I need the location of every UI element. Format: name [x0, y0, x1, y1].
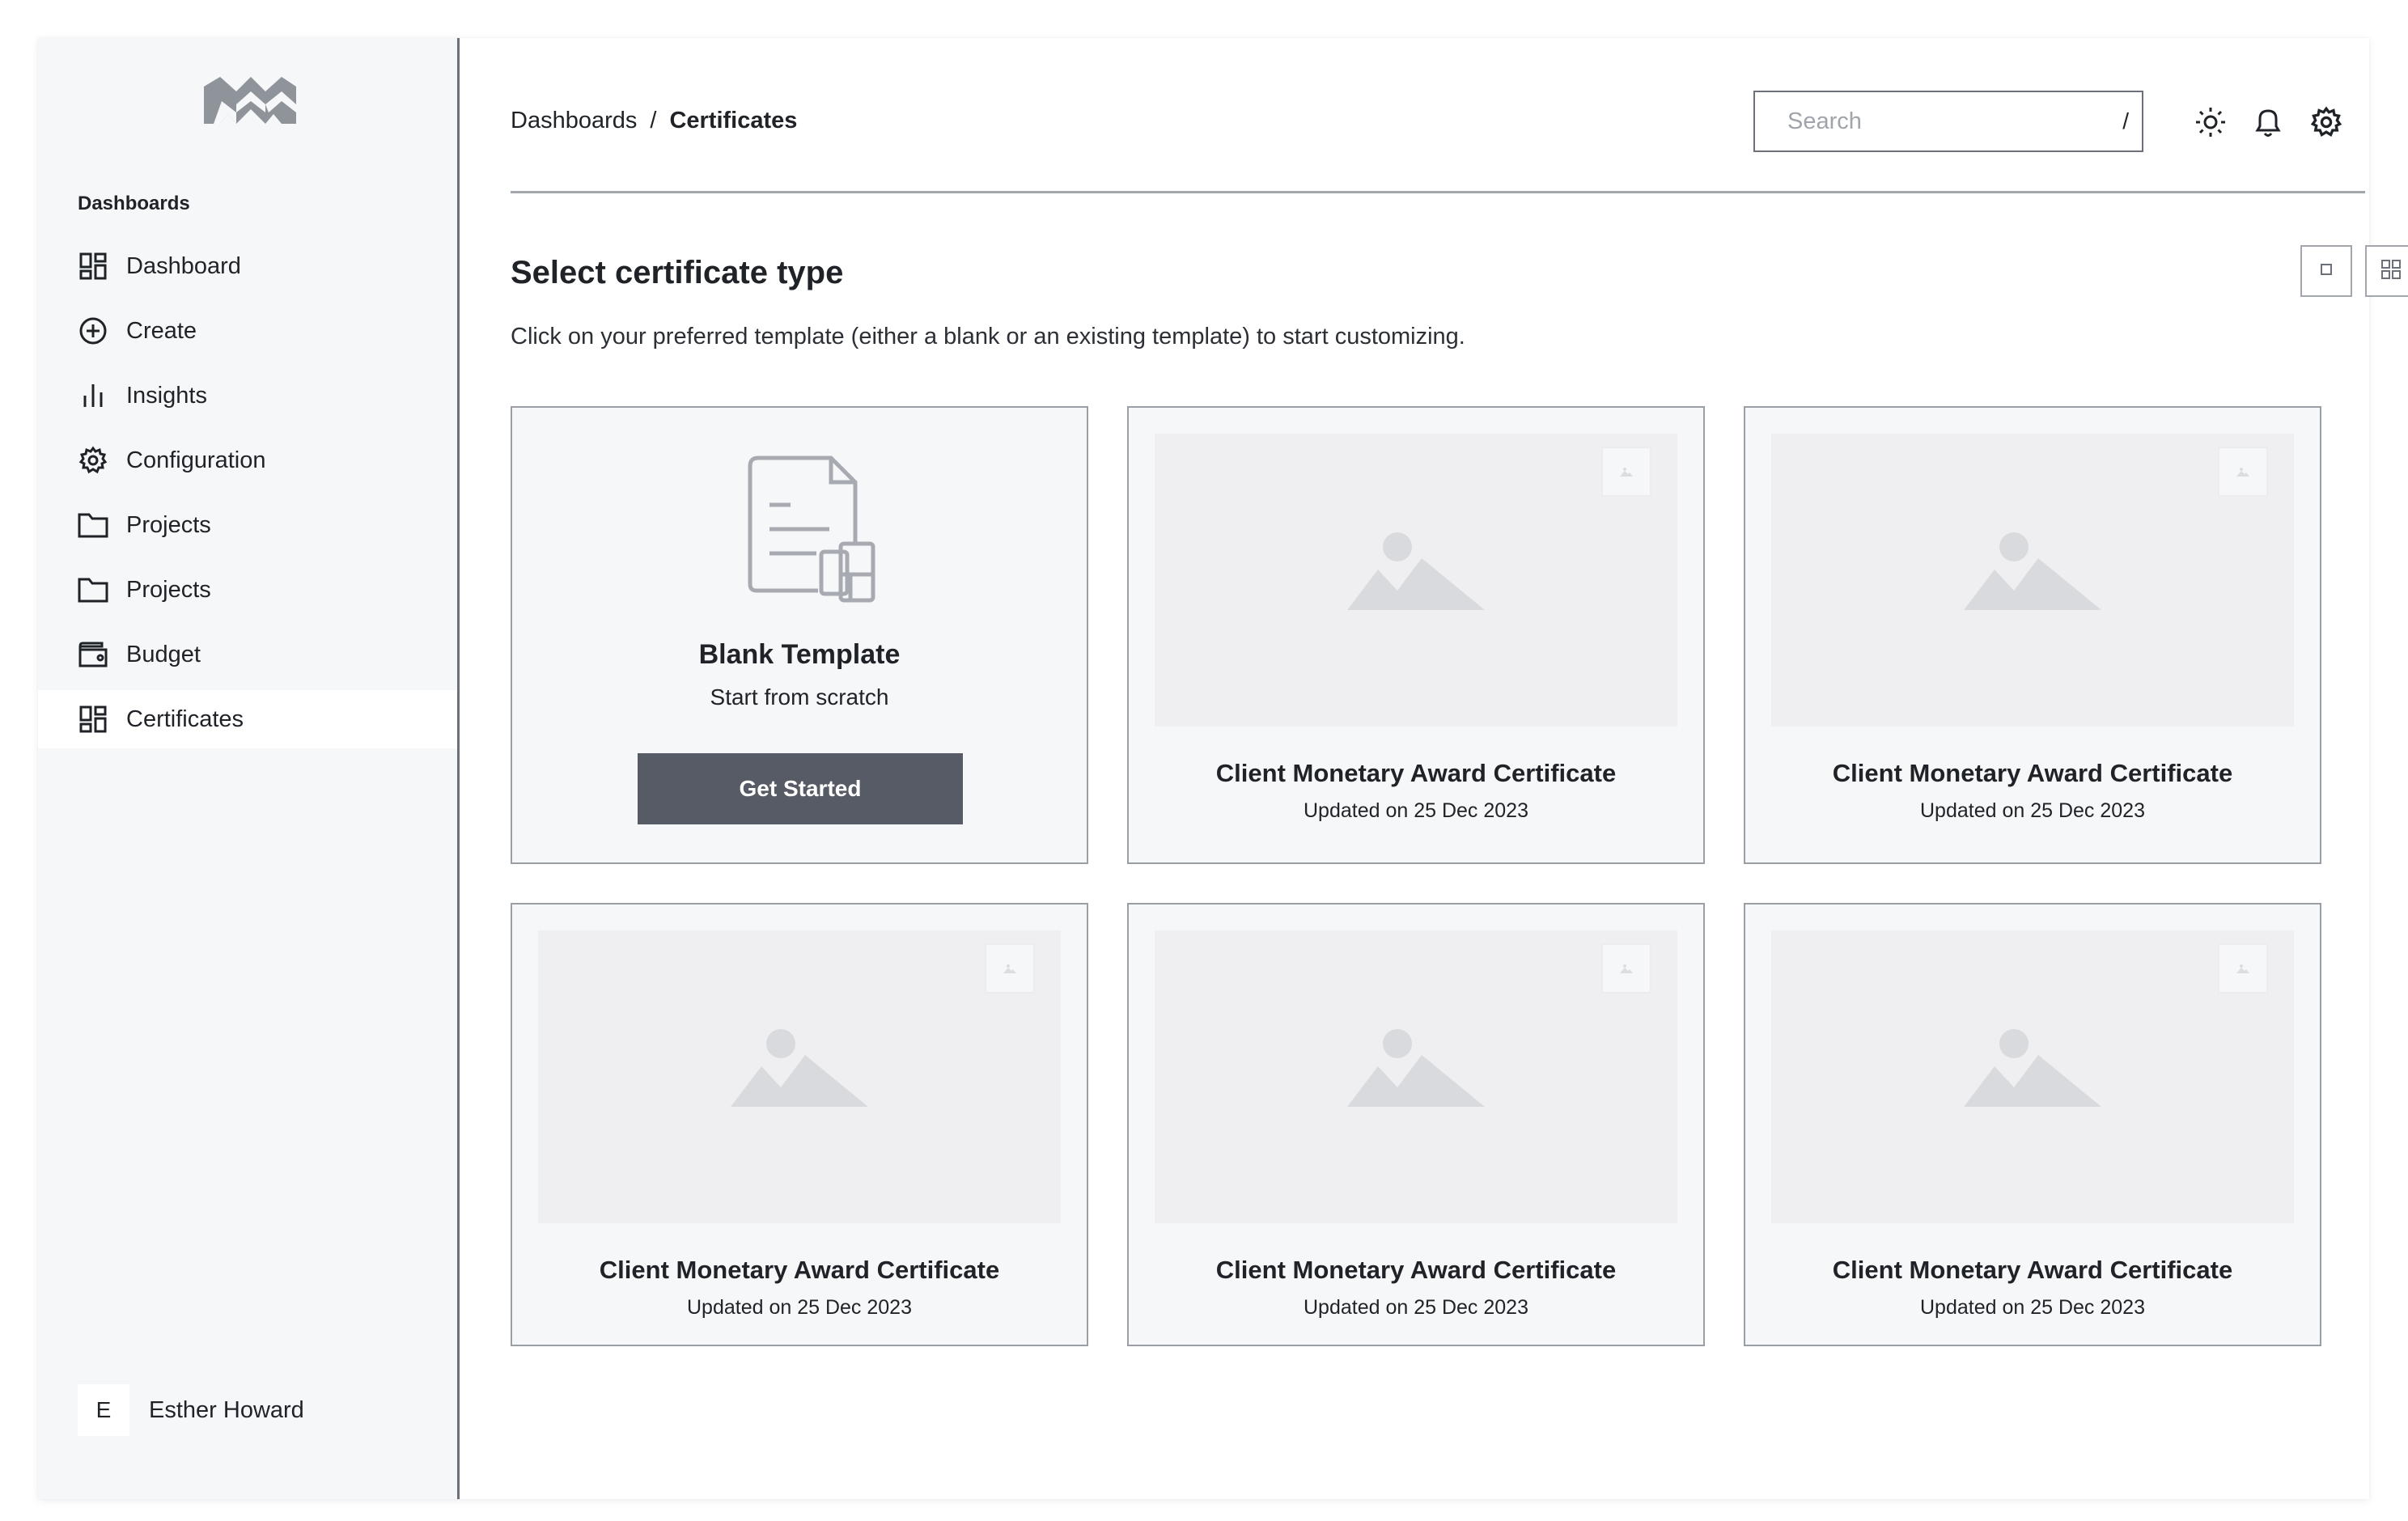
grid-view-toggle[interactable]: [2365, 245, 2408, 297]
image-placeholder-icon: [2218, 943, 2268, 994]
search-box[interactable]: /: [1753, 91, 2143, 152]
image-placeholder-icon: [1964, 1027, 2101, 1112]
template-updated: Updated on 25 Dec 2023: [1920, 1296, 2145, 1319]
user-profile[interactable]: E Esther Howard: [78, 1384, 304, 1436]
sidebar-item-label: Budget: [126, 641, 201, 667]
template-card[interactable]: Client Monetary Award Certificate Update…: [1127, 903, 1705, 1346]
bar-chart-icon: [78, 380, 108, 411]
template-card[interactable]: Client Monetary Award Certificate Update…: [511, 903, 1088, 1346]
template-updated: Updated on 25 Dec 2023: [1304, 1296, 1528, 1319]
template-title: Client Monetary Award Certificate: [1832, 1256, 2233, 1284]
sidebar-item-label: Projects: [126, 511, 211, 538]
image-placeholder-icon: [1601, 943, 1651, 994]
blank-template-title: Blank Template: [698, 639, 901, 670]
avatar: E: [78, 1384, 129, 1436]
template-thumbnail: [538, 930, 1061, 1223]
sidebar-item-label: Dashboard: [126, 252, 241, 279]
blank-template-card[interactable]: Blank Template Start from scratch Get St…: [511, 406, 1088, 864]
page-title: Select certificate type: [511, 255, 844, 290]
sidebar: Dashboards Dashboard Create Insights Con…: [38, 38, 460, 1499]
breadcrumb: Dashboards / Certificates: [511, 108, 797, 134]
template-thumbnail: [1771, 930, 2294, 1223]
page-description: Click on your preferred template (either…: [511, 324, 1465, 350]
template-title: Client Monetary Award Certificate: [1832, 759, 2233, 787]
folder-icon: [78, 574, 108, 605]
bell-icon[interactable]: [2250, 104, 2286, 140]
sidebar-item-label: Insights: [126, 382, 207, 409]
sidebar-item-label: Projects: [126, 576, 211, 603]
template-card[interactable]: Client Monetary Award Certificate Update…: [1127, 406, 1705, 864]
template-card[interactable]: Client Monetary Award Certificate Update…: [1744, 903, 2321, 1346]
grid-view-icon: [2380, 258, 2402, 285]
gear-icon: [78, 445, 108, 476]
sidebar-item-budget[interactable]: Budget: [38, 625, 457, 684]
template-thumbnail: [1155, 434, 1677, 727]
image-placeholder-icon: [731, 1027, 868, 1112]
app-window: Dashboards Dashboard Create Insights Con…: [38, 38, 2408, 1499]
grid-icon: [78, 251, 108, 282]
sidebar-item-configuration[interactable]: Configuration: [38, 431, 457, 489]
blank-template-subtitle: Start from scratch: [710, 684, 889, 710]
sun-icon[interactable]: [2193, 104, 2228, 140]
wallet-icon: [78, 639, 108, 670]
user-name: Esther Howard: [149, 1396, 304, 1423]
single-view-toggle[interactable]: [2300, 245, 2352, 297]
breadcrumb-parent[interactable]: Dashboards: [511, 108, 637, 134]
single-view-icon: [2320, 263, 2333, 280]
sidebar-item-certificates[interactable]: Certificates: [38, 690, 457, 748]
top-bar: Dashboards / Certificates /: [511, 38, 2365, 193]
sidebar-item-projects[interactable]: Projects: [38, 496, 457, 554]
sidebar-item-insights[interactable]: Insights: [38, 366, 457, 425]
template-title: Client Monetary Award Certificate: [1215, 759, 1617, 787]
image-placeholder-icon: [2218, 447, 2268, 497]
document-icon: [744, 455, 881, 608]
brand-logo-icon[interactable]: [204, 75, 296, 127]
image-placeholder-icon: [1964, 531, 2101, 616]
sidebar-item-label: Configuration: [126, 447, 266, 473]
template-card[interactable]: Client Monetary Award Certificate Update…: [1744, 406, 2321, 864]
gear-icon[interactable]: [2308, 104, 2344, 140]
breadcrumb-separator: /: [650, 108, 657, 133]
breadcrumb-current: Certificates: [669, 108, 798, 133]
template-thumbnail: [1155, 930, 1677, 1223]
template-title: Client Monetary Award Certificate: [599, 1256, 1000, 1284]
image-placeholder-icon: [1347, 1027, 1485, 1112]
template-updated: Updated on 25 Dec 2023: [1304, 799, 1528, 822]
plus-circle-icon: [78, 316, 108, 346]
template-updated: Updated on 25 Dec 2023: [687, 1296, 912, 1319]
template-thumbnail: [1771, 434, 2294, 727]
image-placeholder-icon: [1347, 531, 1485, 616]
sidebar-item-dashboard[interactable]: Dashboard: [38, 237, 457, 295]
sidebar-item-label: Certificates: [126, 705, 244, 732]
search-input[interactable]: [1787, 108, 2095, 135]
sidebar-nav: Dashboard Create Insights Configuration …: [38, 237, 457, 755]
image-placeholder-icon: [1601, 447, 1651, 497]
template-title: Client Monetary Award Certificate: [1215, 1256, 1617, 1284]
folder-icon: [78, 510, 108, 540]
sidebar-section-label: Dashboards: [78, 193, 190, 214]
sidebar-item-create[interactable]: Create: [38, 302, 457, 360]
search-shortcut: /: [2122, 108, 2129, 133]
get-started-button[interactable]: Get Started: [638, 753, 963, 824]
image-placeholder-icon: [985, 943, 1035, 994]
sidebar-item-label: Create: [126, 317, 197, 344]
main-content: Dashboards / Certificates /: [460, 38, 2408, 1499]
grid-icon: [78, 704, 108, 735]
template-updated: Updated on 25 Dec 2023: [1920, 799, 2145, 822]
sidebar-item-projects-2[interactable]: Projects: [38, 561, 457, 619]
